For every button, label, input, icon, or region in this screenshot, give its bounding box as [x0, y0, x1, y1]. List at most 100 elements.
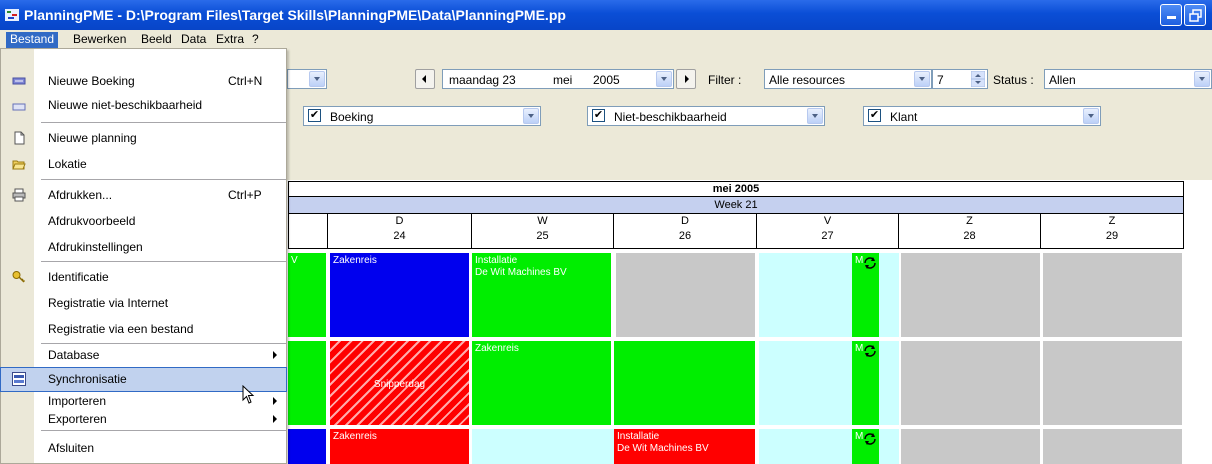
cell-label: Zakenreis — [333, 431, 377, 442]
day-letter: D — [395, 215, 404, 227]
booking-cell-zakenreis[interactable]: Zakenreis — [330, 429, 469, 464]
chevron-down-icon[interactable] — [914, 71, 930, 87]
boeking-filter-combo[interactable]: ✔ Boeking — [303, 106, 541, 126]
booking-cell[interactable] — [288, 429, 326, 464]
chevron-down-icon[interactable] — [309, 71, 325, 87]
booking-cell[interactable] — [288, 341, 326, 425]
menu-item-nieuwe-niet-beschikbaarheid[interactable]: Nieuwe niet-beschikbaarheid — [1, 93, 286, 119]
chevron-down-icon[interactable] — [1083, 108, 1099, 124]
cell-label: Installatie — [475, 255, 518, 266]
free-cell[interactable] — [759, 429, 852, 464]
menu-help[interactable]: ? — [248, 32, 263, 48]
free-cell[interactable] — [759, 253, 852, 337]
menu-item-afsluiten[interactable]: Afsluiten — [1, 434, 286, 460]
chevron-down-icon[interactable] — [523, 108, 539, 124]
day-header-partial — [288, 214, 328, 249]
chevron-down-icon[interactable] — [1194, 71, 1210, 87]
previous-date-button[interactable] — [415, 69, 435, 89]
menu-item-database[interactable]: Database — [1, 344, 286, 366]
menu-item-identificatie[interactable]: Identificatie — [1, 263, 286, 289]
menu-item-registratie-bestand[interactable]: Registratie via een bestand — [1, 315, 286, 341]
menu-item-afdrukinstellingen[interactable]: Afdrukinstellingen — [1, 233, 286, 259]
free-cell[interactable] — [759, 341, 852, 425]
day-header-25[interactable]: W 25 — [472, 214, 614, 249]
cell-label: V — [291, 255, 298, 266]
weekend-cell[interactable] — [1043, 253, 1182, 337]
free-cell[interactable] — [472, 429, 614, 464]
next-date-button[interactable] — [676, 69, 696, 89]
status-label: Status : — [993, 73, 1034, 87]
month-header: mei 2005 — [288, 181, 1184, 197]
submenu-arrow-icon — [273, 397, 277, 405]
date-weekday-day: maandag 23 — [449, 73, 516, 87]
day-header-26[interactable]: D 26 — [614, 214, 757, 249]
chevron-down-icon[interactable] — [807, 108, 823, 124]
menu-item-registratie-internet[interactable]: Registratie via Internet — [1, 289, 286, 315]
empty-cell[interactable] — [616, 253, 755, 337]
count-spinner[interactable]: 7 — [932, 69, 988, 89]
menu-data[interactable]: Data — [177, 32, 210, 48]
day-header-27[interactable]: V 27 — [757, 214, 899, 249]
day-letter: Z — [966, 215, 973, 227]
free-cell[interactable] — [879, 253, 899, 337]
chevron-down-icon[interactable] — [656, 71, 672, 87]
niet-beschikbaarheid-filter-combo[interactable]: ✔ Niet-beschikbaarheid — [587, 106, 825, 126]
cell-client: De Wit Machines BV — [617, 443, 709, 454]
cell-label: Snipperdag — [373, 379, 426, 390]
submenu-arrow-icon — [273, 415, 277, 423]
menu-item-nieuwe-boeking[interactable]: Nieuwe Boeking Ctrl+N — [1, 67, 286, 93]
free-cell[interactable] — [879, 341, 899, 425]
day-header-29[interactable]: Z 29 — [1041, 214, 1184, 249]
view-combo[interactable] — [287, 69, 327, 89]
checkbox-klant[interactable]: ✔ — [868, 109, 881, 122]
unavailability-cell-snipperdag[interactable]: Snipperdag — [330, 341, 469, 425]
booking-cell[interactable] — [614, 341, 755, 425]
day-header-24[interactable]: D 24 — [328, 214, 472, 249]
weekend-cell[interactable] — [901, 253, 1040, 337]
submenu-arrow-icon — [273, 351, 277, 359]
new-document-icon — [14, 131, 25, 145]
weekend-cell[interactable] — [1043, 341, 1182, 425]
title-bar: PlanningPME - D:\Program Files\Target Sk… — [0, 0, 1212, 30]
menu-item-exporteren[interactable]: Exporteren — [1, 410, 286, 428]
menu-beeld[interactable]: Beeld — [137, 32, 176, 48]
sync-arrows-icon — [864, 257, 876, 269]
menu-item-afdrukvoorbeeld[interactable]: Afdrukvoorbeeld — [1, 207, 286, 233]
cell-client: De Wit Machines BV — [475, 267, 567, 278]
niet-beschikbaarheid-filter-label: Niet-beschikbaarheid — [614, 110, 727, 124]
day-header-28[interactable]: Z 28 — [899, 214, 1041, 249]
menu-item-afdrukken[interactable]: Afdrukken... Ctrl+P — [1, 181, 286, 207]
spinner-icon[interactable] — [971, 71, 985, 87]
weekend-cell[interactable] — [901, 429, 1040, 464]
filter-value: Alle resources — [769, 73, 846, 87]
free-cell[interactable] — [879, 429, 899, 464]
restore-icon — [1189, 9, 1202, 22]
count-value: 7 — [937, 73, 944, 87]
booking-cell[interactable]: V — [288, 253, 326, 337]
weekend-cell[interactable] — [1043, 429, 1182, 464]
checkbox-boeking[interactable]: ✔ — [308, 109, 321, 122]
klant-filter-label: Klant — [890, 110, 918, 124]
booking-cell-installatie[interactable]: Installatie De Wit Machines BV — [472, 253, 611, 337]
klant-filter-combo[interactable]: ✔ Klant — [863, 106, 1101, 126]
day-number: 24 — [393, 230, 406, 242]
weekend-cell[interactable] — [901, 341, 1040, 425]
filter-combo[interactable]: Alle resources — [764, 69, 932, 89]
booking-cell-zakenreis[interactable]: Zakenreis — [472, 341, 611, 425]
checkbox-niet-beschikbaarheid[interactable]: ✔ — [592, 109, 605, 122]
booking-cell-installatie[interactable]: Installatie De Wit Machines BV — [614, 429, 755, 464]
menu-extra[interactable]: Extra — [212, 32, 248, 48]
key-icon — [12, 271, 26, 283]
menu-bewerken[interactable]: Bewerken — [69, 32, 130, 48]
restore-button[interactable] — [1184, 4, 1206, 26]
menu-separator — [41, 430, 286, 431]
menu-item-lokatie[interactable]: Lokatie — [1, 150, 286, 176]
menu-bestand[interactable]: Bestand — [6, 32, 59, 48]
date-picker[interactable]: maandag 23 mei 2005 — [442, 69, 674, 89]
booking-cell-zakenreis[interactable]: Zakenreis — [330, 253, 469, 337]
status-combo[interactable]: Allen — [1044, 69, 1212, 89]
arrow-left-icon — [422, 75, 426, 83]
menu-item-nieuwe-planning[interactable]: Nieuwe planning — [1, 124, 286, 150]
minimize-button[interactable] — [1160, 4, 1182, 26]
menu-separator — [41, 261, 286, 262]
